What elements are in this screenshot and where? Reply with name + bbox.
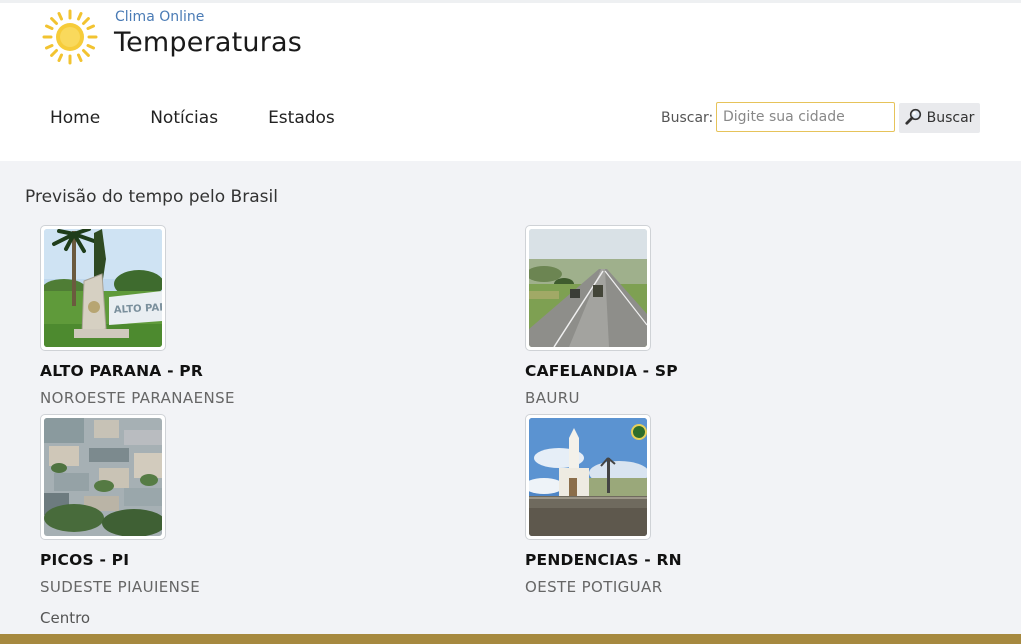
- search-button-label: Buscar: [926, 110, 975, 126]
- search-label: Buscar:: [661, 110, 714, 126]
- city-photo-picos: [44, 418, 162, 536]
- city-card-picos[interactable]: PICOS - PI SUDESTE PIAUIENSE: [40, 414, 460, 596]
- main-nav: Home Notícias Estados: [50, 108, 335, 128]
- region-link-centro[interactable]: Centro: [40, 609, 90, 627]
- search-input[interactable]: [716, 102, 895, 132]
- city-thumbnail[interactable]: [40, 414, 166, 540]
- city-region: SUDESTE PIAUIENSE: [40, 578, 201, 596]
- city-region: OESTE POTIGUAR: [525, 578, 663, 596]
- city-photo-pendencias: [529, 418, 647, 536]
- city-card-pendencias[interactable]: PENDENCIAS - RN OESTE POTIGUAR: [525, 414, 945, 596]
- nav-home[interactable]: Home: [50, 108, 100, 128]
- section-title: Previsão do tempo pelo Brasil: [25, 187, 278, 207]
- sun-icon[interactable]: [42, 9, 98, 65]
- nav-noticias[interactable]: Notícias: [150, 108, 218, 128]
- nav-estados[interactable]: Estados: [268, 108, 335, 128]
- city-name[interactable]: ALTO PARANA - PR: [40, 362, 460, 380]
- search-button[interactable]: Buscar: [899, 103, 980, 133]
- city-photo-cafelandia: [529, 229, 647, 347]
- city-name[interactable]: PICOS - PI: [40, 551, 460, 569]
- city-card-alto-parana[interactable]: ALTO PARAN ALTO PARANA - PR NOROESTE PAR…: [40, 225, 460, 407]
- city-thumbnail[interactable]: [525, 414, 651, 540]
- site-subtitle: Clima Online: [115, 9, 205, 25]
- city-name[interactable]: PENDENCIAS - RN: [525, 551, 945, 569]
- site-title[interactable]: Temperaturas: [114, 27, 302, 58]
- magnifier-icon: [904, 108, 922, 129]
- city-card-cafelandia[interactable]: CAFELANDIA - SP BAURU: [525, 225, 945, 407]
- site-header: Clima Online Temperaturas Home Notícias …: [0, 3, 1021, 161]
- city-region: BAURU: [525, 389, 580, 407]
- city-thumbnail[interactable]: ALTO PARAN: [40, 225, 166, 351]
- city-thumbnail[interactable]: [525, 225, 651, 351]
- city-name[interactable]: CAFELANDIA - SP: [525, 362, 945, 380]
- city-photo-alto-parana: ALTO PARAN: [44, 229, 162, 347]
- city-region: NOROESTE PARANAENSE: [40, 389, 235, 407]
- bottom-accent-bar: [0, 634, 1021, 644]
